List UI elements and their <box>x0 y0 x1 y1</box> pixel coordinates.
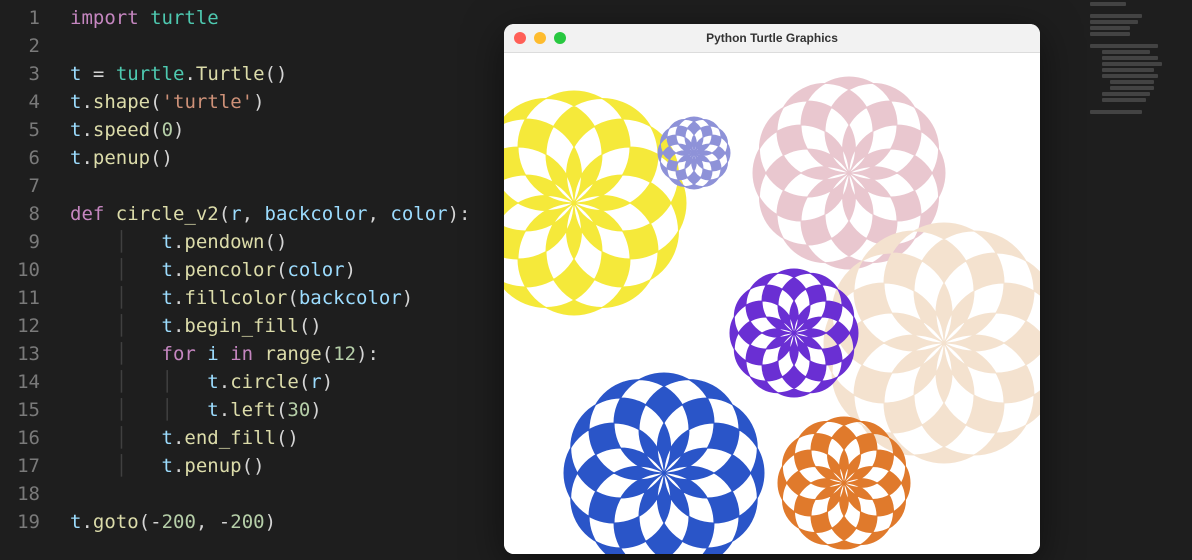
zoom-icon[interactable] <box>554 32 566 44</box>
code-area[interactable]: import turtle t = turtle.Turtle()t.shape(… <box>70 4 470 536</box>
line-number: 11 <box>0 284 48 312</box>
close-icon[interactable] <box>514 32 526 44</box>
turtle-canvas <box>504 53 1040 554</box>
window-title: Python Turtle Graphics <box>706 31 838 45</box>
line-number-gutter: 12345678910111213141516171819 <box>0 0 48 536</box>
code-line[interactable]: │ t.fillcolor(backcolor) <box>70 284 470 312</box>
code-line[interactable]: import turtle <box>70 4 470 32</box>
code-line[interactable]: │ t.begin_fill() <box>70 312 470 340</box>
line-number: 10 <box>0 256 48 284</box>
rosette <box>658 117 730 189</box>
code-line[interactable]: def circle_v2(r, backcolor, color): <box>70 200 470 228</box>
code-line[interactable]: │ │ t.circle(r) <box>70 368 470 396</box>
code-line[interactable] <box>70 172 470 200</box>
line-number: 3 <box>0 60 48 88</box>
line-number: 15 <box>0 396 48 424</box>
line-number: 7 <box>0 172 48 200</box>
line-number: 16 <box>0 424 48 452</box>
window-traffic-lights[interactable] <box>514 32 566 44</box>
minimize-icon[interactable] <box>534 32 546 44</box>
line-number: 12 <box>0 312 48 340</box>
code-line[interactable]: │ t.pencolor(color) <box>70 256 470 284</box>
turtle-graphics-window[interactable]: Python Turtle Graphics <box>504 24 1040 554</box>
code-line[interactable]: t.penup() <box>70 144 470 172</box>
code-line[interactable] <box>70 32 470 60</box>
window-titlebar[interactable]: Python Turtle Graphics <box>504 24 1040 53</box>
line-number: 1 <box>0 4 48 32</box>
code-line[interactable]: t.goto(-200, -200) <box>70 508 470 536</box>
line-number: 2 <box>0 32 48 60</box>
code-line[interactable]: t.shape('turtle') <box>70 88 470 116</box>
code-line[interactable]: │ t.penup() <box>70 452 470 480</box>
line-number: 6 <box>0 144 48 172</box>
code-line[interactable]: │ for i in range(12): <box>70 340 470 368</box>
line-number: 13 <box>0 340 48 368</box>
rosette <box>753 77 945 269</box>
rosette <box>504 91 686 315</box>
line-number: 4 <box>0 88 48 116</box>
code-line[interactable]: t.speed(0) <box>70 116 470 144</box>
code-line[interactable]: │ t.pendown() <box>70 228 470 256</box>
line-number: 19 <box>0 508 48 536</box>
rosette <box>564 373 764 554</box>
line-number: 18 <box>0 480 48 508</box>
line-number: 9 <box>0 228 48 256</box>
code-line[interactable]: t = turtle.Turtle() <box>70 60 470 88</box>
code-line[interactable]: │ │ t.left(30) <box>70 396 470 424</box>
code-line[interactable] <box>70 480 470 508</box>
line-number: 14 <box>0 368 48 396</box>
code-line[interactable]: │ t.end_fill() <box>70 424 470 452</box>
line-number: 5 <box>0 116 48 144</box>
line-number: 8 <box>0 200 48 228</box>
line-number: 17 <box>0 452 48 480</box>
